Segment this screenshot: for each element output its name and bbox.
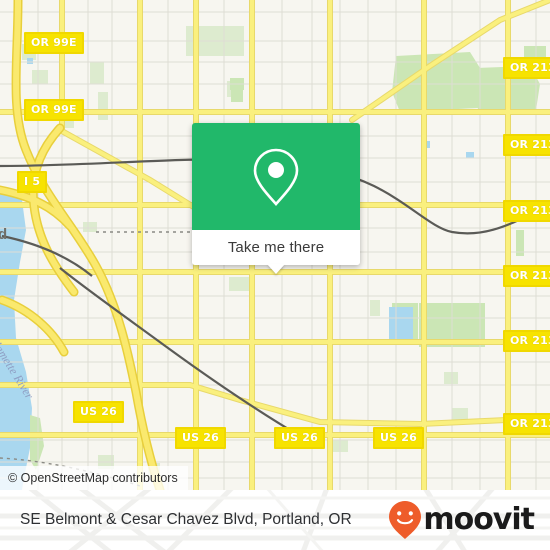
park-green-c — [90, 62, 104, 84]
pond-c — [27, 58, 33, 64]
shield-i-5[interactable]: I 5 — [17, 171, 48, 193]
shield-or-99e-2[interactable]: OR 99E — [24, 99, 84, 121]
osm-attribution-text: © OpenStreetMap contributors — [8, 471, 178, 485]
popup-pointer-tail — [267, 264, 285, 274]
shield-or-99e-1[interactable]: OR 99E — [24, 32, 84, 54]
map-pin-icon — [249, 146, 303, 208]
address-label-container: SE Belmont & Cesar Chavez Blvd, Portland… — [20, 490, 352, 550]
park-green-i — [452, 408, 468, 420]
shield-or-213-2[interactable]: OR 213 — [503, 134, 550, 156]
map-screenshot: d Willamette River OR 99E OR 99E I 5 OR … — [0, 0, 550, 550]
place-label-portland: d — [0, 226, 8, 243]
park-green-f — [229, 277, 249, 291]
shield-us-26-1[interactable]: US 26 — [73, 401, 124, 423]
park-green-n — [83, 222, 97, 232]
shield-or-213-4[interactable]: OR 213 — [503, 265, 550, 287]
location-popup-card[interactable]: Take me there — [192, 123, 360, 274]
moovit-pin-smile-icon — [389, 501, 422, 539]
address-label: SE Belmont & Cesar Chavez Blvd, Portland… — [20, 511, 352, 528]
park-green-d — [98, 92, 108, 120]
shield-or-213-1[interactable]: OR 213 — [503, 57, 550, 79]
park-green-h — [444, 372, 458, 384]
pond-b — [466, 152, 474, 158]
map-canvas[interactable]: d Willamette River OR 99E OR 99E I 5 OR … — [0, 0, 550, 490]
shield-or-213-5[interactable]: OR 213 — [503, 330, 550, 352]
shield-or-213-3[interactable]: OR 213 — [503, 200, 550, 222]
bottom-info-bar: SE Belmont & Cesar Chavez Blvd, Portland… — [0, 490, 550, 550]
popup-pin-area — [192, 123, 360, 230]
osm-attribution[interactable]: © OpenStreetMap contributors — [0, 466, 188, 490]
shield-or-213-6[interactable]: OR 213 — [503, 413, 550, 435]
park-green-b — [32, 70, 48, 84]
moovit-wordmark: moovit — [423, 502, 535, 537]
lake-mid-right — [389, 307, 413, 339]
park-green-l — [231, 84, 243, 102]
park-green-g — [370, 300, 380, 316]
popup-action-bar[interactable]: Take me there — [192, 230, 360, 274]
shield-us-26-3[interactable]: US 26 — [274, 427, 325, 449]
shield-us-26-4[interactable]: US 26 — [373, 427, 424, 449]
take-me-there-label: Take me there — [227, 239, 325, 256]
shield-us-26-2[interactable]: US 26 — [175, 427, 226, 449]
moovit-logo[interactable]: moovit — [388, 490, 535, 550]
